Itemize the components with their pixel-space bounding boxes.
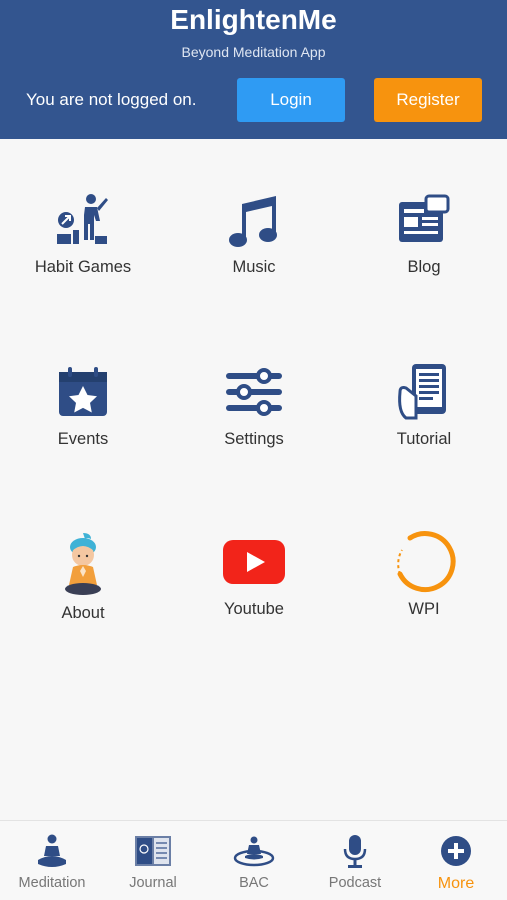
tab-label: Meditation xyxy=(18,875,86,891)
app-title: EnlightenMe xyxy=(170,4,337,35)
blog-icon xyxy=(392,188,456,252)
app-subtitle: Beyond Meditation App xyxy=(181,44,326,60)
login-status-text: You are not logged on. xyxy=(26,90,197,109)
menu-item-label: Settings xyxy=(224,430,284,448)
menu-item-label: Tutorial xyxy=(396,430,452,448)
tab-bac[interactable]: BAC xyxy=(204,821,304,900)
menu-item-label: Blog xyxy=(407,258,441,276)
menu-item-habit-games[interactable]: Habit Games xyxy=(13,188,153,277)
youtube-icon xyxy=(222,530,286,594)
tab-label: Journal xyxy=(129,875,177,891)
habit-games-icon xyxy=(51,188,115,252)
menu-item-settings[interactable]: Settings xyxy=(184,360,324,449)
calendar-star-icon xyxy=(51,360,115,424)
bac-icon xyxy=(233,831,275,871)
menu-item-about[interactable]: About xyxy=(13,530,153,623)
menu-item-label: Events xyxy=(57,430,109,448)
tab-label: BAC xyxy=(239,875,269,891)
journal-icon xyxy=(133,831,173,871)
menu-item-label: Music xyxy=(232,258,276,276)
menu-item-label: Habit Games xyxy=(34,258,132,276)
music-note-icon xyxy=(222,188,286,252)
menu-item-events[interactable]: Events xyxy=(13,360,153,449)
tab-label: More xyxy=(437,875,475,892)
tablet-hand-icon xyxy=(392,360,456,424)
tab-meditation[interactable]: Meditation xyxy=(2,821,102,900)
menu-item-blog[interactable]: Blog xyxy=(354,188,494,277)
orange-ring-icon xyxy=(392,530,456,594)
meditation-icon xyxy=(36,831,68,871)
menu-item-label: Youtube xyxy=(224,600,284,618)
register-button[interactable]: Register xyxy=(374,78,482,122)
menu-item-wpi[interactable]: WPI xyxy=(354,530,494,619)
menu-item-tutorial[interactable]: Tutorial xyxy=(354,360,494,449)
bottom-tab-bar: Meditation Journal BAC Podcast More xyxy=(0,820,507,900)
microphone-icon xyxy=(342,831,368,871)
menu-item-label: WPI xyxy=(408,600,440,618)
sliders-icon xyxy=(222,360,286,424)
tab-journal[interactable]: Journal xyxy=(103,821,203,900)
menu-item-youtube[interactable]: Youtube xyxy=(184,530,324,619)
tab-podcast[interactable]: Podcast xyxy=(305,821,405,900)
tab-more[interactable]: More xyxy=(406,821,506,900)
tab-label: Podcast xyxy=(328,875,382,891)
menu-item-label: About xyxy=(61,604,105,622)
app-header: EnlightenMe Beyond Meditation App You ar… xyxy=(0,0,507,139)
menu-item-music[interactable]: Music xyxy=(184,188,324,277)
login-button[interactable]: Login xyxy=(237,78,345,122)
meditating-child-icon xyxy=(51,530,115,598)
plus-circle-icon xyxy=(440,831,472,871)
